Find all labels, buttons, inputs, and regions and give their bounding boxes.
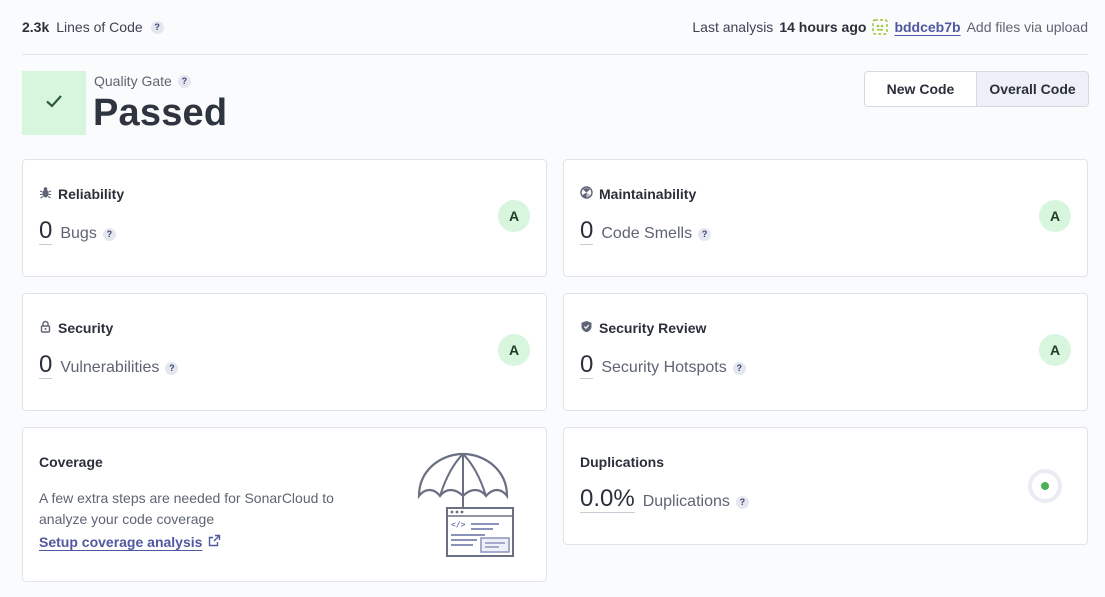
overall-code-button[interactable]: Overall Code (976, 72, 1088, 106)
svg-text:</>: </> (451, 520, 466, 529)
security-hotspots-value[interactable]: 0 (580, 352, 594, 379)
quality-gate-badge (22, 71, 86, 135)
commit-message: Add files via upload (966, 19, 1088, 35)
help-icon[interactable]: ? (732, 361, 746, 375)
coverage-card: Coverage A few extra steps are needed fo… (22, 427, 547, 582)
maintainability-rating[interactable]: A (1039, 200, 1071, 232)
duplications-value[interactable]: 0.0% (580, 486, 635, 513)
last-analysis-time: 14 hours ago (779, 19, 867, 35)
bugs-value[interactable]: 0 (39, 218, 53, 245)
security-review-title-text: Security Review (599, 320, 707, 336)
security-hotspots-label-text: Security Hotspots (601, 359, 727, 376)
setup-coverage-link[interactable]: Setup coverage analysis (39, 534, 221, 550)
shield-icon (580, 320, 593, 336)
umbrella-illustration: </> (415, 450, 515, 565)
maintainability-title-text: Maintainability (599, 186, 697, 202)
bugs-metric: 0 Bugs ? (39, 218, 116, 245)
maintainability-card[interactable]: Maintainability 0 Code Smells ? A (563, 159, 1088, 277)
security-hotspots-label: Security Hotspots ? (601, 359, 746, 377)
security-card[interactable]: Security 0 Vulnerabilities ? A (22, 293, 547, 411)
security-title: Security (39, 320, 113, 336)
new-code-button[interactable]: New Code (865, 72, 976, 106)
vulnerabilities-metric: 0 Vulnerabilities ? (39, 352, 179, 379)
duplication-circle-icon (1027, 468, 1063, 509)
lines-of-code-value: 2.3k (22, 19, 50, 35)
bugs-label-text: Bugs (60, 225, 97, 242)
commit-avatar-icon (872, 19, 889, 35)
lines-of-code: 2.3k Lines of Code ? (22, 19, 164, 35)
last-analysis-label: Last analysis (692, 19, 774, 35)
duplications-metric: 0.0% Duplications ? (580, 486, 749, 513)
duplications-title: Duplications (580, 454, 665, 470)
quality-gate-status: Passed (93, 92, 228, 134)
lock-icon (39, 320, 52, 336)
security-hotspots-metric: 0 Security Hotspots ? (580, 352, 746, 379)
duplications-card[interactable]: Duplications 0.0% Duplications ? (563, 427, 1088, 545)
vulnerabilities-label: Vulnerabilities ? (60, 359, 179, 377)
help-icon[interactable]: ? (165, 361, 179, 375)
external-link-icon (208, 534, 221, 550)
code-smell-icon (580, 186, 593, 202)
help-icon[interactable]: ? (698, 227, 712, 241)
help-icon[interactable]: ? (150, 20, 164, 34)
vulnerabilities-label-text: Vulnerabilities (60, 359, 160, 376)
project-summary-bar: 2.3k Lines of Code ? Last analysis 14 ho… (22, 0, 1088, 55)
code-smells-label: Code Smells ? (601, 225, 712, 243)
vulnerabilities-value[interactable]: 0 (39, 352, 53, 379)
help-icon[interactable]: ? (735, 495, 749, 509)
security-review-title: Security Review (580, 320, 706, 336)
reliability-rating[interactable]: A (498, 200, 530, 232)
code-smells-metric: 0 Code Smells ? (580, 218, 712, 245)
setup-coverage-link-text[interactable]: Setup coverage analysis (39, 534, 202, 550)
help-icon[interactable]: ? (177, 74, 191, 88)
reliability-title-text: Reliability (58, 186, 125, 202)
reliability-title: Reliability (39, 186, 124, 202)
code-smells-value[interactable]: 0 (580, 218, 594, 245)
reliability-card[interactable]: Reliability 0 Bugs ? A (22, 159, 547, 277)
help-icon[interactable]: ? (102, 227, 116, 241)
maintainability-title: Maintainability (580, 186, 696, 202)
code-scope-toggle: New Code Overall Code (864, 71, 1089, 107)
coverage-description: A few extra steps are needed for SonarCl… (39, 490, 334, 527)
security-review-rating[interactable]: A (1039, 334, 1071, 366)
lines-of-code-label: Lines of Code (56, 19, 143, 35)
code-smells-label-text: Code Smells (601, 225, 693, 242)
quality-gate-label: Quality Gate ? (94, 73, 191, 89)
commit-hash-link[interactable]: bddceb7b (894, 19, 960, 35)
bug-icon (39, 186, 52, 202)
coverage-title: Coverage (39, 454, 103, 470)
security-rating[interactable]: A (498, 334, 530, 366)
last-analysis: Last analysis 14 hours ago bddceb7b Add … (692, 19, 1088, 35)
security-title-text: Security (58, 320, 114, 336)
security-review-card[interactable]: Security Review 0 Security Hotspots ? A (563, 293, 1088, 411)
bugs-label: Bugs ? (60, 225, 116, 243)
quality-gate-label-text: Quality Gate (94, 73, 172, 89)
check-icon (43, 90, 65, 117)
duplications-label-text: Duplications (642, 493, 730, 510)
duplications-label: Duplications ? (643, 493, 749, 511)
